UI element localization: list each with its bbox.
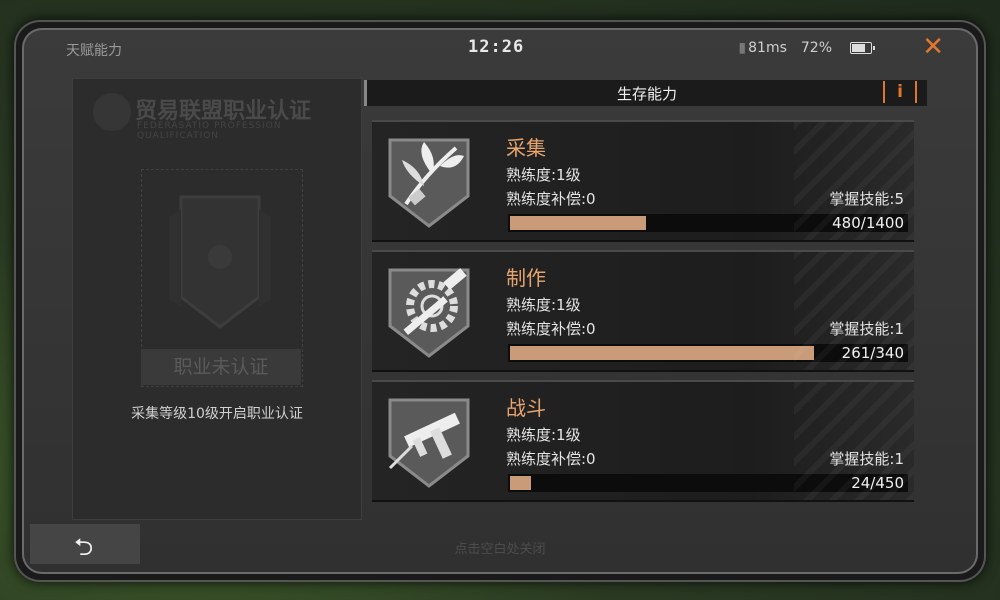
- skill-card-gathering[interactable]: 采集 熟练度:1级 熟练度补偿:0 掌握技能:5 480/1400: [372, 120, 914, 242]
- gun-icon: [388, 398, 470, 488]
- progress-bar: [508, 214, 908, 232]
- skill-mastery: 掌握技能:1: [829, 450, 904, 468]
- progress-bar: [508, 344, 908, 362]
- progress-text: 24/450: [851, 474, 904, 492]
- progress-fill: [510, 346, 814, 360]
- ping-text: 81ms: [748, 40, 787, 56]
- skill-name: 制作: [506, 266, 546, 290]
- section-header: 生存能力 i: [364, 80, 927, 106]
- certification-card: 贸易联盟职业认证 FEDERASATIO PROFESSION QUALIFIC…: [72, 78, 362, 520]
- skill-level: 熟练度:1级: [506, 296, 581, 314]
- federation-logo-icon: [93, 93, 131, 131]
- status-indicators: ▮ 81ms 72%: [738, 40, 875, 56]
- skill-mastery: 掌握技能:1: [829, 320, 904, 338]
- skill-compensation: 熟练度补偿:0: [506, 320, 596, 338]
- skill-level: 熟练度:1级: [506, 166, 581, 184]
- skill-name: 战斗: [506, 396, 546, 420]
- skill-compensation: 熟练度补偿:0: [506, 450, 596, 468]
- certification-subtitle: FEDERASATIO PROFESSION QUALIFICATION: [137, 121, 282, 141]
- clock: 12:26: [468, 37, 525, 57]
- skill-card-combat[interactable]: 战斗 熟练度:1级 熟练度补偿:0 掌握技能:1 24/450: [372, 380, 914, 502]
- certification-status: 职业未认证: [141, 349, 301, 385]
- talent-panel: 天赋能力 12:26 ▮ 81ms 72% ✕ 贸易联盟职业认证 FEDERAS…: [22, 28, 978, 574]
- close-hint[interactable]: 点击空白处关闭: [22, 538, 978, 557]
- progress-text: 480/1400: [832, 214, 904, 232]
- section-title: 生存能力: [616, 85, 677, 103]
- skill-name: 采集: [506, 136, 546, 160]
- progress-fill: [510, 476, 531, 490]
- panel-title: 天赋能力: [66, 43, 122, 59]
- close-button[interactable]: ✕: [922, 34, 944, 60]
- signal-icon: ▮: [738, 40, 747, 56]
- battery-icon: [850, 42, 875, 54]
- skill-level: 熟练度:1级: [506, 426, 581, 444]
- info-button[interactable]: i: [883, 81, 917, 103]
- skill-compensation: 熟练度补偿:0: [506, 190, 596, 208]
- certification-badge-icon: [169, 195, 271, 329]
- battery-text: 72%: [800, 40, 832, 56]
- progress-fill: [510, 216, 646, 230]
- progress-text: 261/340: [841, 344, 904, 362]
- certification-hint: 采集等级10级开启职业认证: [131, 406, 303, 422]
- gear-hammer-icon: [388, 268, 470, 358]
- progress-bar: [508, 474, 908, 492]
- skill-mastery: 掌握技能:5: [829, 190, 904, 208]
- skill-card-crafting[interactable]: 制作 熟练度:1级 熟练度补偿:0 掌握技能:1 261/340: [372, 250, 914, 372]
- herb-icon: [388, 138, 470, 228]
